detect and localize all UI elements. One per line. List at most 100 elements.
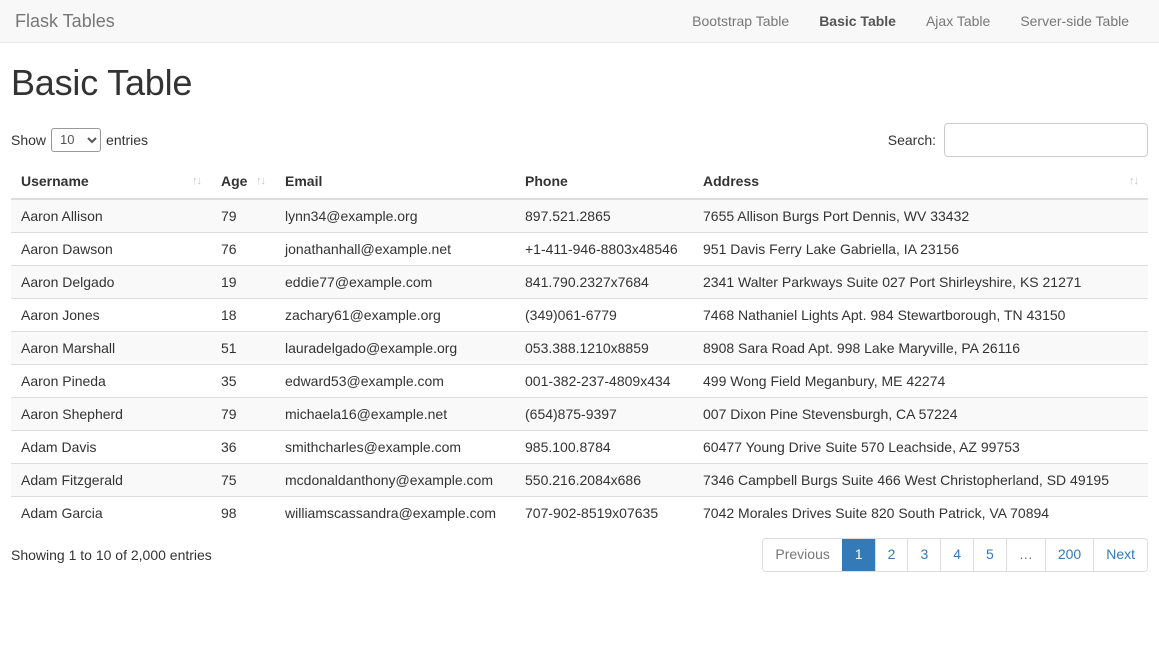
navbar-item[interactable]: Bootstrap Table	[677, 0, 804, 42]
cell-email: lynn34@example.org	[275, 198, 515, 233]
pagination-link: …	[1005, 538, 1045, 571]
table-row: Aaron Shepherd 79 michaela16@example.net (6…	[11, 396, 1148, 431]
sort-arrows-icon[interactable]: ↑↓	[1129, 175, 1139, 187]
cell-age: 35	[211, 363, 275, 398]
cell-address: 7655 Allison Burgs Port Dennis, WV 33432	[693, 198, 1148, 233]
search-input[interactable]	[944, 122, 1148, 157]
pagination: Previous 1 2 3 4 5… 200 Next	[762, 537, 1148, 572]
pagination-link[interactable]: 4	[940, 538, 974, 571]
navbar-link[interactable]: Bootstrap Table	[677, 0, 804, 42]
datatable-footer: Showing 1 to 10 of 2,000 entries Previou…	[11, 537, 1148, 572]
table-head: Username ↑↓ Age ↑↓ Email Phone Address ↑↓	[11, 164, 1148, 200]
pagination-item: Previous	[763, 538, 842, 571]
cell-username: Adam Davis	[11, 429, 211, 464]
cell-address: 7042 Morales Drives Suite 820 South Patr…	[693, 495, 1148, 529]
cell-phone: (349)061-6779	[515, 297, 693, 332]
sort-arrows-icon[interactable]: ↑↓	[256, 175, 266, 187]
cell-phone: 897.521.2865	[515, 198, 693, 233]
cell-address: 499 Wong Field Meganbury, ME 42274	[693, 363, 1148, 398]
pagination-item[interactable]: 2	[874, 538, 908, 571]
page-title: Basic Table	[11, 62, 193, 103]
cell-email: williamscassandra@example.com	[275, 495, 515, 529]
show-label: Show	[11, 131, 47, 148]
cell-email: jonathanhall@example.net	[275, 231, 515, 266]
pagination-item[interactable]: 3	[907, 538, 941, 571]
cell-phone: 550.216.2084x686	[515, 462, 693, 497]
cell-age: 36	[211, 429, 275, 464]
pagination-link[interactable]: 200	[1044, 538, 1094, 571]
cell-phone: 707-902-8519x07635	[515, 495, 693, 529]
table-row: Aaron Dawson 76 jonathanhall@example.net +1…	[11, 231, 1148, 266]
column-header-address[interactable]: Address ↑↓	[693, 164, 1148, 200]
cell-username: Aaron Pineda	[11, 363, 211, 398]
cell-email: zachary61@example.org	[275, 297, 515, 332]
pagination-item: …	[1005, 538, 1045, 571]
cell-email: lauradelgado@example.org	[275, 330, 515, 365]
table-body: Aaron Allison 79 lynn34@example.org 897.521…	[11, 198, 1148, 529]
cell-phone: 053.388.1210x8859	[515, 330, 693, 365]
page-container: Basic Table Show 102550100 entries Searc…	[0, 63, 1159, 572]
pagination-item: 1	[841, 538, 875, 571]
cell-username: Aaron Dawson	[11, 231, 211, 266]
pagination-item[interactable]: 5	[973, 538, 1006, 571]
pagination-link: 1	[841, 538, 875, 571]
table-row: Aaron Pineda 35 edward53@example.com 001-38…	[11, 363, 1148, 398]
entries-label: entries	[106, 131, 149, 148]
cell-username: Adam Fitzgerald	[11, 462, 211, 497]
pagination-link[interactable]: 5	[973, 538, 1006, 571]
navbar-item[interactable]: Basic Table	[804, 0, 911, 42]
entries-per-page-select[interactable]: 102550100	[51, 127, 102, 152]
column-header-phone: Phone	[515, 164, 693, 200]
table-row: Aaron Allison 79 lynn34@example.org 897.521…	[11, 198, 1148, 233]
cell-username: Aaron Allison	[11, 198, 211, 233]
pagination-item[interactable]: Next	[1093, 538, 1147, 571]
pagination-link[interactable]: 2	[874, 538, 908, 571]
pagination-link[interactable]: 3	[907, 538, 941, 571]
table-info: Showing 1 to 10 of 2,000 entries	[11, 546, 212, 563]
navbar-brand[interactable]: Flask Tables	[15, 11, 130, 31]
navbar-link[interactable]: Ajax Table	[911, 0, 1005, 42]
table-row: Adam Davis 36 smithcharles@example.com 985.…	[11, 429, 1148, 464]
column-header-label: Address	[703, 172, 760, 189]
filter-control: Search:	[888, 122, 1148, 157]
sort-arrows-icon[interactable]: ↑↓	[192, 175, 202, 187]
pagination-link: Previous	[763, 538, 842, 571]
cell-email: mcdonaldanthony@example.com	[275, 462, 515, 497]
column-header-label: Age	[221, 172, 248, 189]
cell-email: edward53@example.com	[275, 363, 515, 398]
navbar-item[interactable]: Ajax Table	[911, 0, 1005, 42]
cell-username: Aaron Marshall	[11, 330, 211, 365]
table-row: Aaron Delgado 19 eddie77@example.com 841.79…	[11, 264, 1148, 299]
cell-age: 18	[211, 297, 275, 332]
length-control: Show 102550100 entries	[11, 127, 149, 152]
cell-address: 7346 Campbell Burgs Suite 466 West Chris…	[693, 462, 1148, 497]
cell-phone: 001-382-237-4809x434	[515, 363, 693, 398]
table-row: Aaron Marshall 51 lauradelgado@example.org…	[11, 330, 1148, 365]
cell-phone: (654)875-9397	[515, 396, 693, 431]
navbar-link[interactable]: Server-side Table	[1005, 0, 1144, 42]
cell-address: 2341 Walter Parkways Suite 027 Port Shir…	[693, 264, 1148, 299]
pagination-link[interactable]: Next	[1093, 538, 1147, 571]
cell-email: michaela16@example.net	[275, 396, 515, 431]
navbar-item[interactable]: Server-side Table	[1005, 0, 1144, 42]
pagination-item[interactable]: 200	[1044, 538, 1094, 571]
navbar-link[interactable]: Basic Table	[804, 0, 911, 42]
cell-age: 51	[211, 330, 275, 365]
cell-email: eddie77@example.com	[275, 264, 515, 299]
cell-username: Aaron Shepherd	[11, 396, 211, 431]
cell-age: 79	[211, 396, 275, 431]
cell-phone: 841.790.2327x7684	[515, 264, 693, 299]
table-row: Adam Fitzgerald 75 mcdonaldanthony@example…	[11, 462, 1148, 497]
column-header-username[interactable]: Username ↑↓	[11, 164, 211, 200]
cell-age: 19	[211, 264, 275, 299]
pagination-item[interactable]: 4	[940, 538, 974, 571]
column-header-label: Phone	[525, 172, 568, 189]
table-row: Aaron Jones 18 zachary61@example.org (349)0…	[11, 297, 1148, 332]
cell-email: smithcharles@example.com	[275, 429, 515, 464]
cell-username: Aaron Jones	[11, 297, 211, 332]
navbar: Flask Tables Bootstrap Table Basic Table A…	[0, 0, 1159, 43]
cell-address: 007 Dixon Pine Stevensburgh, CA 57224	[693, 396, 1148, 431]
cell-age: 98	[211, 495, 275, 529]
data-table: Username ↑↓ Age ↑↓ Email Phone Address ↑↓ Aaron…	[11, 164, 1148, 529]
column-header-age[interactable]: Age ↑↓	[211, 164, 275, 200]
